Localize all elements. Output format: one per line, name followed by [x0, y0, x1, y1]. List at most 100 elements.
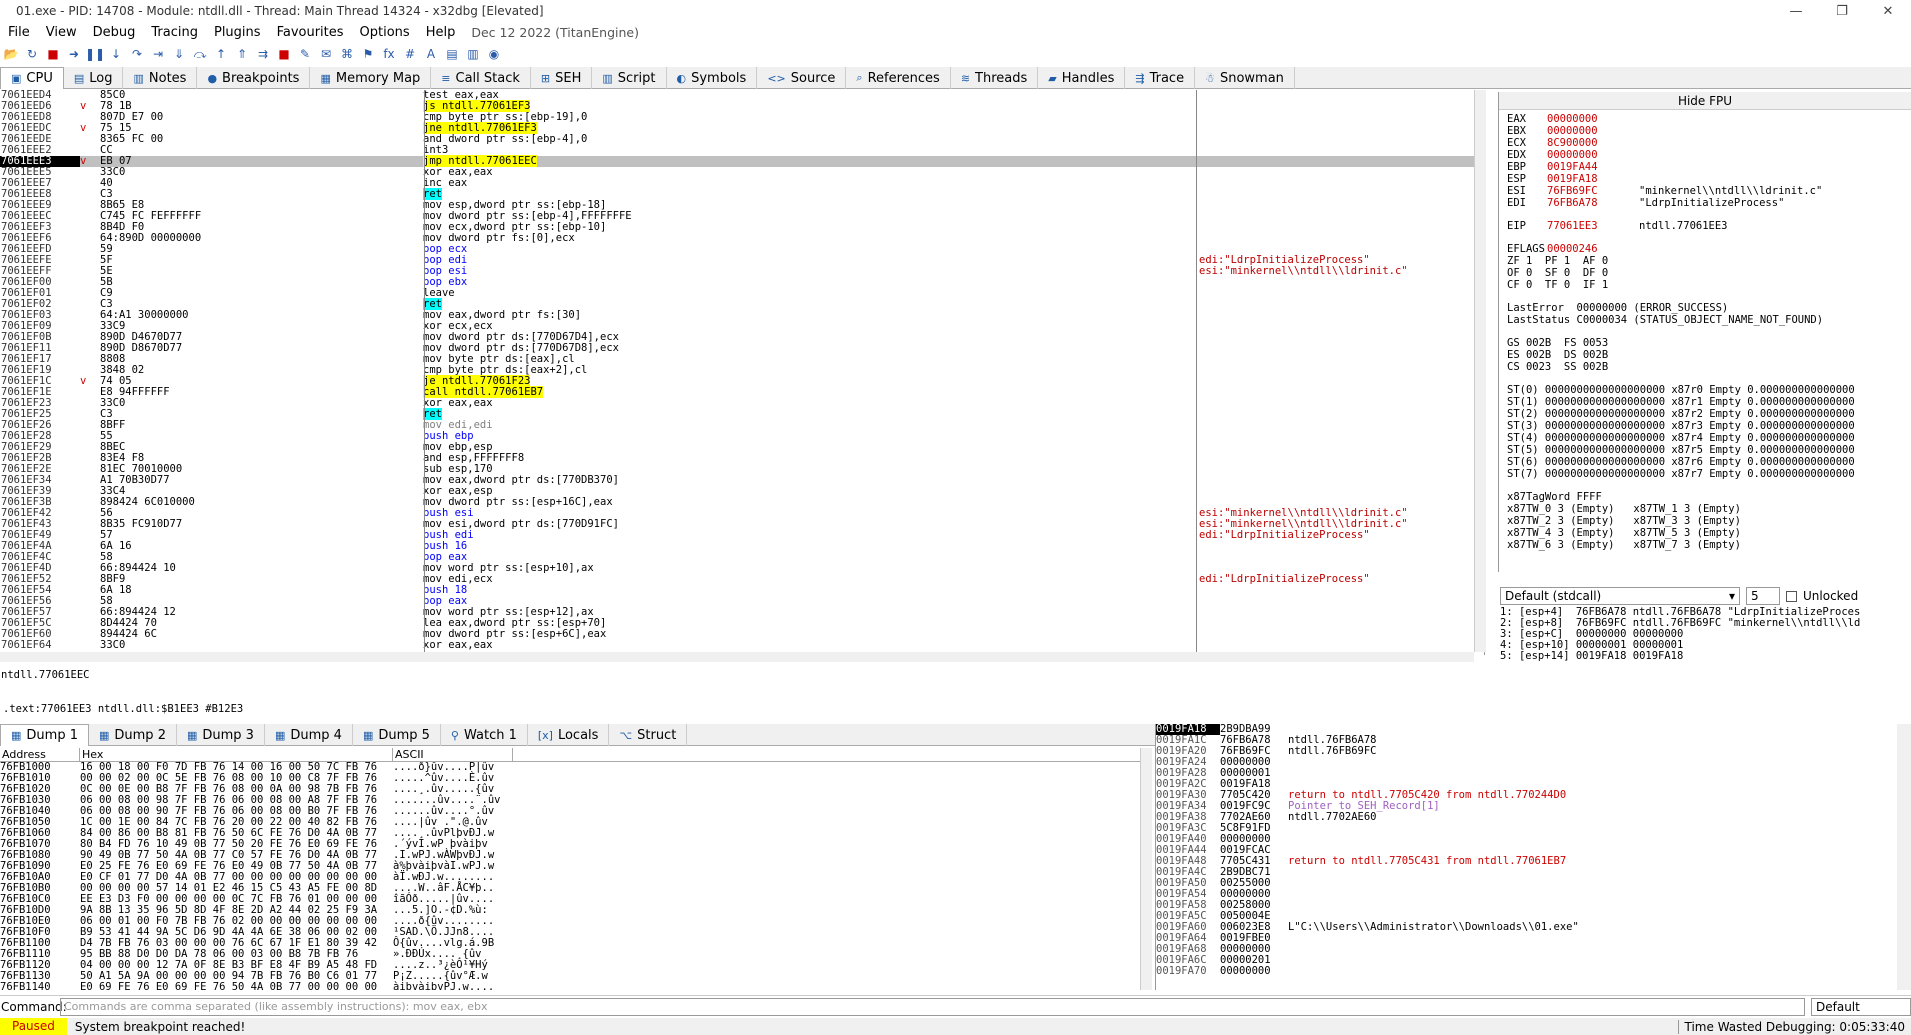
disasm-row[interactable]: 7061EEE9 8B65 E8 mov esp,dword ptr ss:[ebp…	[0, 200, 1474, 211]
disasm-row[interactable]: 7061EF4C 58 pop eax	[0, 552, 1474, 563]
dump-col-hex[interactable]: Hex	[80, 748, 393, 761]
stack-view[interactable]: 0019FA18 2B9DBA99 0019FA1C 76FB6A78 ntdll.76…	[1155, 724, 1896, 990]
calling-convention-select[interactable]: Default (stdcall) ▾	[1500, 587, 1740, 605]
column-divider[interactable]	[1196, 90, 1197, 652]
tab-dump-2[interactable]: ▦ Dump 2	[89, 724, 177, 746]
tab-watch-1[interactable]: ⚲ Watch 1	[441, 724, 528, 746]
font-icon[interactable]: A	[422, 45, 440, 63]
run-to-selection-icon[interactable]: ⇑	[233, 45, 251, 63]
hide-fpu-button[interactable]: Hide FPU	[1499, 92, 1911, 110]
disasm-row[interactable]: 7061EF2B 83E4 F8 and esp,FFFFFFF8	[0, 453, 1474, 464]
menu-debug[interactable]: Debug	[85, 25, 144, 40]
arg-count-spinner[interactable]: 5	[1746, 587, 1780, 605]
tab-seh[interactable]: ⊞ SEH	[531, 67, 593, 89]
stack-row[interactable]: 0019FA70 00000000	[1156, 966, 1896, 977]
disasm-row[interactable]: 7061EF01 C9 leave	[0, 288, 1474, 299]
trace-over-icon[interactable]: ⤼	[191, 45, 209, 63]
tab-symbols[interactable]: ◐ Symbols	[667, 67, 758, 89]
disasm-row[interactable]: 7061EF49 57 push edi edi:"LdrpInitializePro…	[0, 530, 1474, 541]
patch-icon[interactable]: ■	[275, 45, 293, 63]
tab-cpu[interactable]: ▣ CPU	[0, 67, 64, 89]
label-icon[interactable]: ⌘	[338, 45, 356, 63]
dump-col-ascii[interactable]: ASCII	[393, 748, 513, 761]
disasm-row[interactable]: 7061EF56 58 pop eax	[0, 596, 1474, 607]
disasm-row[interactable]: 7061EEEC C745 FC FEFFFFFF mov dword ptr ss…	[0, 211, 1474, 222]
disasm-row[interactable]: 7061EEDE 8365 FC 00 and dword ptr ss:[ebp-…	[0, 134, 1474, 145]
tab-threads[interactable]: ≋ Threads	[951, 67, 1039, 89]
pause-icon[interactable]: ❚❚	[85, 45, 105, 63]
disasm-row[interactable]: 7061EEE2 CC int3	[0, 145, 1474, 156]
disasm-row[interactable]: 7061EF34 A1 70B30D77 mov eax,dword ptr ds:…	[0, 475, 1474, 486]
disasm-row[interactable]: 7061EF26 8BFF mov edi,edi	[0, 420, 1474, 431]
disasm-row[interactable]: 7061EF0B 890D D4670D77 mov dword ptr ds:[7…	[0, 332, 1474, 343]
disasm-row[interactable]: 7061EF64 33C0 xor eax,eax	[0, 640, 1474, 651]
disasm-row[interactable]: 7061EF1E E8 94FFFFFF call ntdll.77061EB7	[0, 386, 1474, 398]
unlocked-checkbox[interactable]	[1786, 590, 1797, 602]
step-into-icon[interactable]: ↓	[107, 45, 125, 63]
menu-options[interactable]: Options	[352, 25, 418, 40]
disasm-row[interactable]: 7061EED8 807D E7 00 cmp byte ptr ss:[ebp-1…	[0, 112, 1474, 123]
dump-row[interactable]: 76FB1140 E0 69 FE 76 E0 69 FE 76 50 4A 0B…	[0, 982, 1140, 991]
menu-help[interactable]: Help	[418, 25, 464, 40]
disasm-row[interactable]: 7061EED4 85C0 test eax,eax	[0, 90, 1474, 101]
disasm-row[interactable]: 7061EEE3 v EB 07 jmp ntdll.77061EEC	[0, 155, 1474, 167]
disasm-row[interactable]: 7061EEF3 8B4D F0 mov ecx,dword ptr ss:[ebp…	[0, 222, 1474, 233]
dump-vscroll[interactable]	[1140, 748, 1152, 990]
stack-vscroll[interactable]	[1897, 724, 1911, 990]
disasm-row[interactable]: 7061EF11 890D D8670D77 mov dword ptr ds:[7…	[0, 343, 1474, 354]
disasm-row[interactable]: 7061EF03 64:A1 30000000 mov eax,dword ptr …	[0, 310, 1474, 321]
graph-icon[interactable]: ◉	[485, 45, 503, 63]
close-button[interactable]: ✕	[1865, 0, 1911, 22]
register-value[interactable]: 77061EE3	[1547, 221, 1639, 233]
run-icon[interactable]: ➜	[65, 45, 83, 63]
execute-till-return-icon[interactable]: ↑	[212, 45, 230, 63]
dump-col-address[interactable]: Address	[0, 748, 80, 761]
tab-dump-5[interactable]: ▦ Dump 5	[353, 724, 441, 746]
disasm-row[interactable]: 7061EF1C v 74 05 je ntdll.77061F23	[0, 375, 1474, 387]
tab-snowman[interactable]: ☃ Snowman	[1195, 67, 1295, 89]
disasm-row[interactable]: 7061EF09 33C9 xor ecx,ecx	[0, 321, 1474, 332]
disasm-row[interactable]: 7061EF29 8BEC mov ebp,esp	[0, 442, 1474, 453]
tab-locals[interactable]: [x] Locals	[528, 724, 610, 746]
disasm-row[interactable]: 7061EED6 v 78 1B js ntdll.77061EF3	[0, 100, 1474, 112]
menu-file[interactable]: File	[0, 25, 38, 40]
menu-view[interactable]: View	[38, 25, 85, 40]
menu-plugins[interactable]: Plugins	[206, 25, 269, 40]
tab-log[interactable]: ▤ Log	[64, 67, 124, 89]
disasm-row[interactable]: 7061EEE8 C3 ret	[0, 188, 1474, 200]
maximize-button[interactable]: ❐	[1819, 0, 1865, 22]
disasm-row[interactable]: 7061EEDC v 75 15 jne ntdll.77061EF3	[0, 122, 1474, 134]
menu-tracing[interactable]: Tracing	[143, 25, 206, 40]
disasm-row[interactable]: 7061EF23 33C0 xor eax,eax	[0, 398, 1474, 409]
disasm-row[interactable]: 7061EEFF 5E pop esi esi:"minkernel\\ntdll\\…	[0, 266, 1474, 277]
tab-notes[interactable]: ▥ Notes	[123, 67, 198, 89]
command-mode-select[interactable]: Default	[1811, 997, 1911, 1016]
function-icon[interactable]: fx	[380, 45, 398, 63]
comment-icon[interactable]: ✉	[317, 45, 335, 63]
stack-arg-row[interactable]: 5: [esp+14] 0019FA18 0019FA18	[1500, 651, 1911, 662]
disasm-row[interactable]: 7061EF5C 8D4424 70 lea eax,dword ptr ss:[e…	[0, 618, 1474, 629]
step-over-icon[interactable]: ↷	[128, 45, 146, 63]
tab-source[interactable]: <> Source	[757, 67, 847, 89]
calculator-icon[interactable]: ▤	[443, 45, 461, 63]
disasm-row[interactable]: 7061EF4A 6A 16 push 16	[0, 541, 1474, 552]
tab-handles[interactable]: ▰ Handles	[1038, 67, 1126, 89]
bookmark-icon[interactable]: ⚑	[359, 45, 377, 63]
disasm-row[interactable]: 7061EEE7 40 inc eax	[0, 178, 1474, 189]
run-to-user-icon[interactable]: ⇥	[149, 45, 167, 63]
disasm-row[interactable]: 7061EF28 55 push ebp	[0, 431, 1474, 442]
tab-call-stack[interactable]: ≡ Call Stack	[431, 67, 531, 89]
tab-breakpoints[interactable]: ● Breakpoints	[197, 67, 311, 89]
disasm-row[interactable]: 7061EF00 5B pop ebx	[0, 277, 1474, 288]
disasm-row[interactable]: 7061EEF6 64:890D 00000000 mov dword ptr fs…	[0, 233, 1474, 244]
tab-memory-map[interactable]: ▦ Memory Map	[310, 67, 432, 89]
tab-struct[interactable]: ⌥ Struct	[609, 724, 688, 746]
disasm-row[interactable]: 7061EF02 C3 ret	[0, 298, 1474, 310]
disasm-row[interactable]: 7061EF17 8808 mov byte ptr ds:[eax],cl	[0, 354, 1474, 365]
tab-references[interactable]: ⌕ References	[846, 67, 951, 89]
tab-dump-3[interactable]: ▦ Dump 3	[177, 724, 265, 746]
disasm-row[interactable]: 7061EF2E 81EC 70010000 sub esp,170	[0, 464, 1474, 475]
disasm-row[interactable]: 7061EF39 33C4 xor eax,esp	[0, 486, 1474, 497]
stop-icon[interactable]: ■	[44, 45, 62, 63]
disasm-row[interactable]: 7061EF25 C3 ret	[0, 408, 1474, 420]
